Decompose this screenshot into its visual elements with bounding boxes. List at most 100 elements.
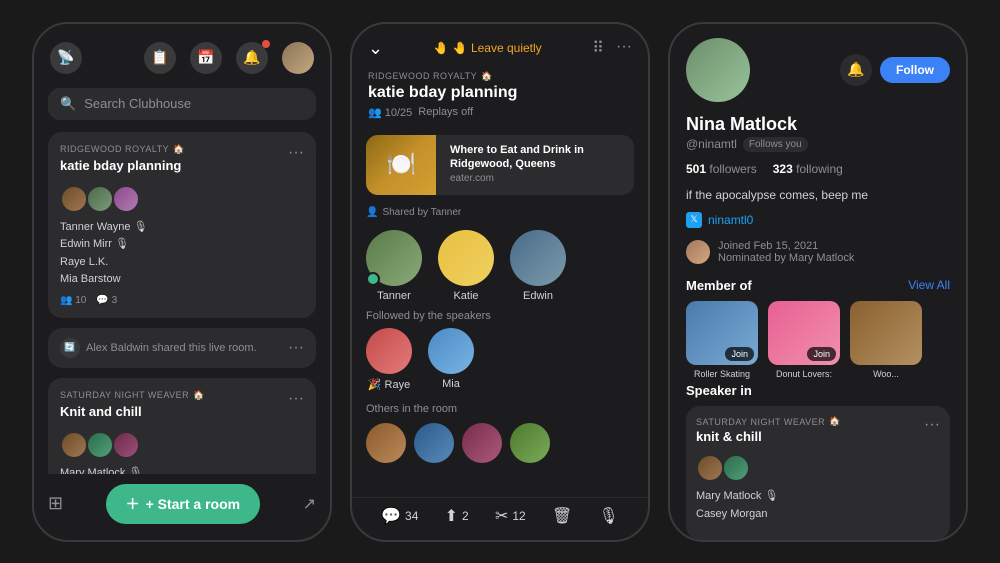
nominated-avatar [686,240,710,264]
speaker-room-label: SATURDAY NIGHT WEAVER 🏠 [696,416,841,427]
room-card-2[interactable]: SATURDAY NIGHT WEAVER 🏠 Knit and chill ·… [48,378,316,474]
others-row [352,423,648,463]
room1-stats: 👥 10 💬 3 [60,295,304,306]
bell-icon[interactable]: 🔔 [236,42,268,74]
profile-stats: 501 followers 323 following [670,154,966,184]
notification-bell-button[interactable]: 🔔 [840,54,872,86]
others-label: Others in the room [352,399,648,423]
chevron-down-icon[interactable]: ⌄ [368,38,383,59]
avatar-mary [60,431,88,459]
phone-1: 📡 📋 📅 🔔 🔍 Search Clubhouse RIDG [32,22,332,542]
avatar-tina [112,431,140,459]
search-placeholder: Search Clubhouse [84,96,191,111]
room2-names: Mary Matlock 🎙 Casey Morgan 🎙 Tina Wey [60,465,304,474]
trash-icon: 🗑 [552,506,572,526]
avatar-raye [112,185,140,213]
more-options-icon-2[interactable]: ··· [288,390,304,408]
speaker-avatar-tanner [366,230,422,286]
other-avatar-3[interactable] [462,423,502,463]
speaker-room-more-icon[interactable]: ··· [924,416,940,434]
more-icon[interactable]: ··· [616,38,632,58]
refresh-icon: 🔄 [60,338,80,358]
grid-icon[interactable]: ⊞ [48,493,63,514]
content-title: Where to Eat and Drink in Ridgewood, Que… [450,143,628,172]
send-icon[interactable]: ↗ [303,494,316,514]
club-donut[interactable]: Join Donut Lovers: The sweetest place...… [768,301,840,370]
room-meta: 👥 10/25 Replays off [368,106,632,119]
club-donut-name: Donut Lovers: The sweetest place... [768,369,840,380]
member-of-title: Member of [686,278,752,293]
room-label-2: RIDGEWOOD ROYALTY 🏠 [368,71,632,82]
club-skating[interactable]: Join Roller Skating Friends 65 members [686,301,758,370]
speaker-name-edwin: Edwin [523,290,553,302]
club-donut-image: Join [768,301,840,365]
profile-name: Nina Matlock [670,110,966,135]
avatar-casey [86,431,114,459]
twitter-icon: 𝕏 [686,212,702,228]
user-avatar[interactable] [282,42,314,74]
search-bar[interactable]: 🔍 Search Clubhouse [48,88,316,120]
followed-avatar-raye [366,328,412,374]
profile-avatar [686,38,750,102]
content-card[interactable]: Where to Eat and Drink in Ridgewood, Que… [366,135,634,195]
chat-button[interactable]: 💬 34 [381,506,418,526]
room-title-2: katie bday planning [368,84,632,102]
phone1-header: 📡 📋 📅 🔔 [34,24,330,84]
banner-more-icon[interactable]: ··· [288,339,304,357]
follow-button[interactable]: Follow [880,57,950,83]
share-icon: 👤 [366,207,378,218]
room-card-1[interactable]: RIDGEWOOD ROYALTY 🏠 katie bday planning … [48,132,316,318]
club-join-button[interactable]: Join [725,347,754,361]
room1-names: Tanner Wayne 🎙 Edwin Mirr 🎙 Raye L.K. Mi… [60,219,304,289]
inbox-icon[interactable]: 📋 [144,42,176,74]
other-avatar-1[interactable] [366,423,406,463]
header-icons: 📋 📅 🔔 [144,42,314,74]
dots-grid-icon[interactable]: ⠿ [592,38,604,58]
phone1-bottom: ⊞ ＋ + Start a room ↗ [34,474,330,540]
mic-button[interactable]: 🎙 [599,506,619,526]
more-options-icon[interactable]: ··· [288,144,304,162]
people-button[interactable]: ✂ 12 [495,506,526,526]
leave-quietly-btn[interactable]: 🤚 🤚 Leave quietly [434,41,542,55]
club-donut-join-button[interactable]: Join [807,347,836,361]
other-avatar-4[interactable] [510,423,550,463]
other-avatar-2[interactable] [414,423,454,463]
followed-mia[interactable]: Mia [428,328,474,391]
trash-button[interactable]: 🗑 [552,506,572,526]
club-wood-image [850,301,922,365]
follows-you-badge: Follows you [743,137,808,152]
antenna-icon[interactable]: 📡 [50,42,82,74]
start-room-button[interactable]: ＋ + Start a room [106,484,261,524]
share-button[interactable]: ⬆ 2 [445,506,469,526]
view-all-button[interactable]: View All [908,278,950,292]
member-of-section: Member of View All [670,274,966,301]
avatar-edwin [86,185,114,213]
calendar-icon[interactable]: 📅 [190,42,222,74]
room-avatar-casey [722,454,750,482]
twitter-link[interactable]: 𝕏 ninamtl0 [670,210,966,236]
followed-raye[interactable]: 🎉 Raye [366,328,412,391]
phone3-header: 🔔 Follow [670,24,966,110]
speakers-row: Tanner Katie Edwin [352,222,648,310]
house-icon-2: 🏠 [193,390,205,401]
hand-icon: 🤚 [434,41,449,55]
followed-label: Followed by the speakers [352,310,648,328]
speaker-tanner[interactable]: Tanner [366,230,422,302]
club-skating-image: Join [686,301,758,365]
chat-icon: 💬 [381,506,401,526]
speaker-avatar-edwin [510,230,566,286]
speaker-katie[interactable]: Katie [438,230,494,302]
shared-by-label: 👤 Shared by Tanner [352,203,648,222]
followed-row: 🎉 Raye Mia [352,328,648,399]
room2-title: Knit and chill [60,404,205,419]
room2-label: SATURDAY NIGHT WEAVER 🏠 [60,390,205,401]
speaker-edwin[interactable]: Edwin [510,230,566,302]
people-icon: ✂ [495,506,508,526]
speaker-room-card[interactable]: SATURDAY NIGHT WEAVER 🏠 knit & chill ···… [686,406,950,539]
followed-avatar-mia [428,328,474,374]
active-indicator [366,272,380,286]
club-wood-name: Woo... [850,369,922,380]
speaker-room-names: Mary Matlock 🎙 Casey Morgan [696,488,940,523]
club-wood[interactable]: Woo... 14 m [850,301,922,370]
clubs-row: Join Roller Skating Friends 65 members J… [670,301,966,380]
